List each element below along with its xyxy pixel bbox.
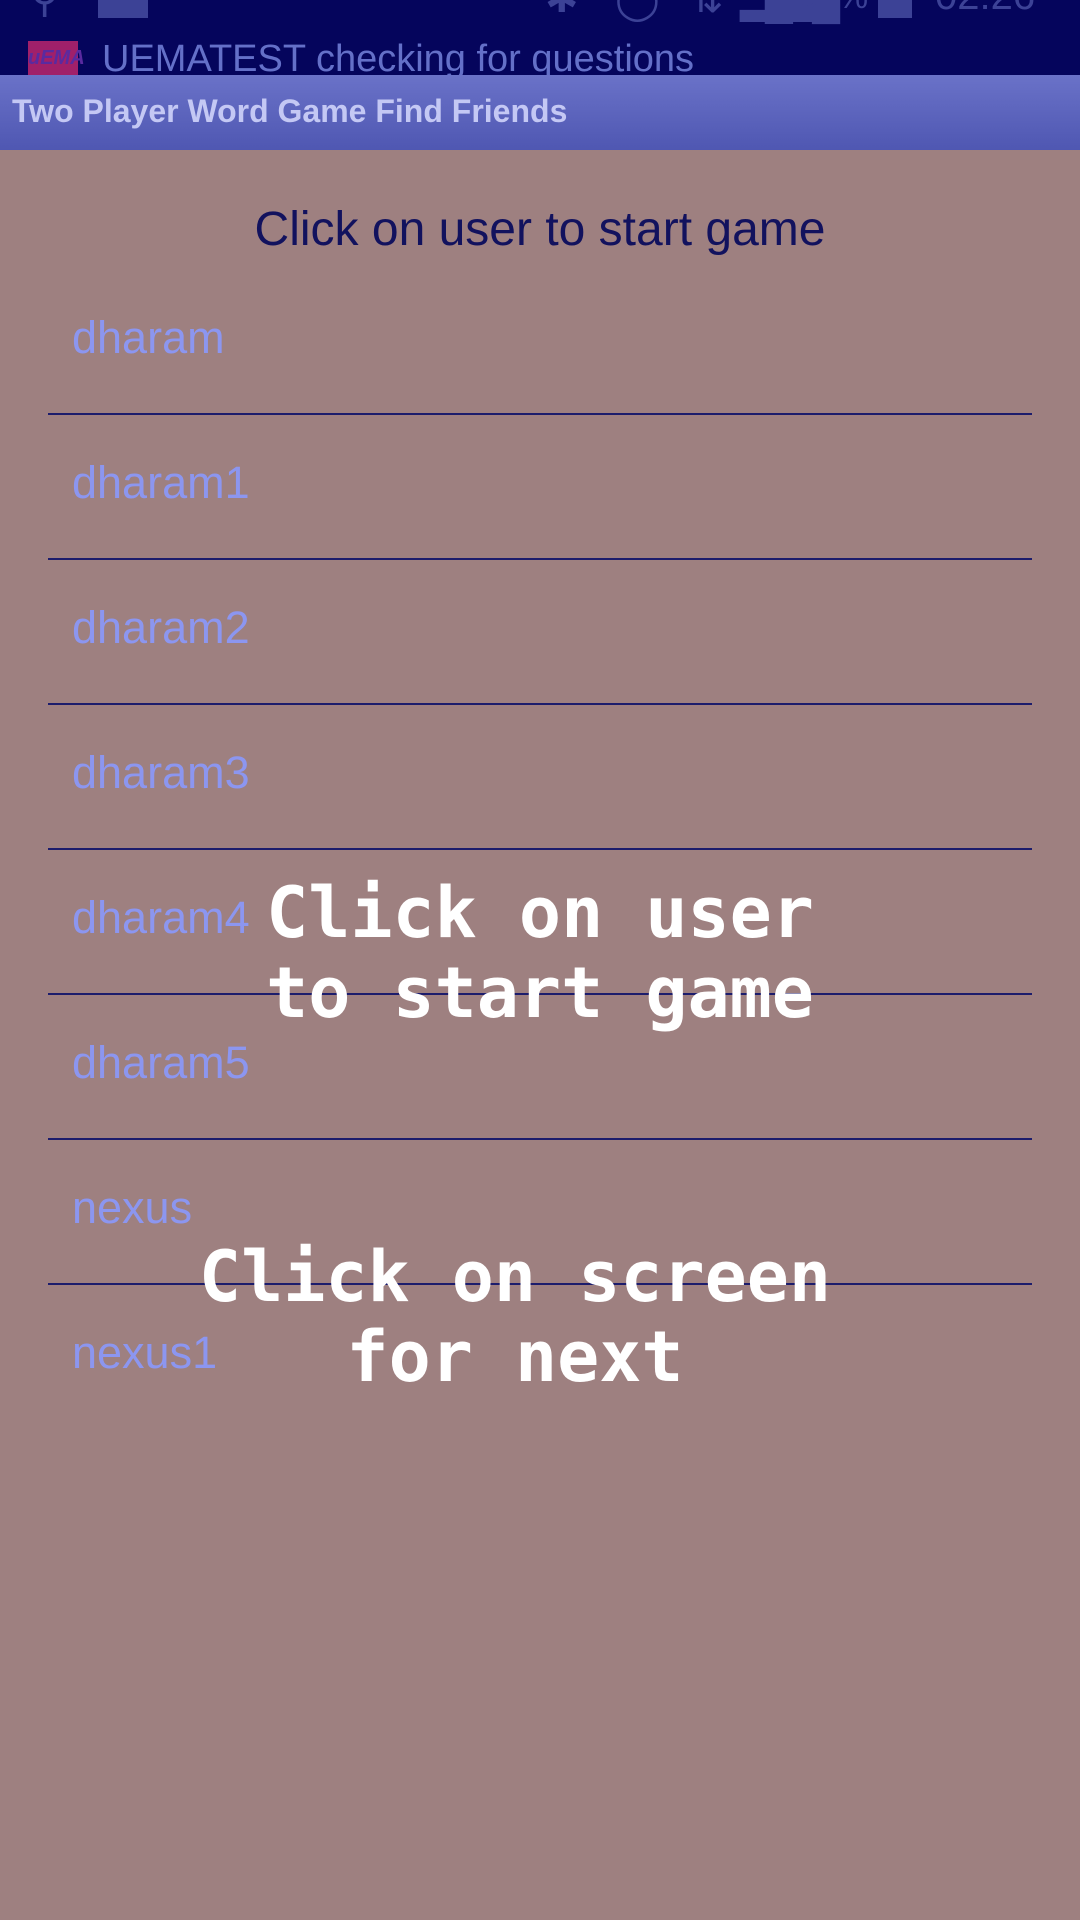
usb-icon: ⚲	[30, 0, 59, 22]
user-name: dharam2	[72, 602, 250, 653]
data-transfer-icon: ⇅	[690, 0, 724, 22]
app-title: Two Player Word Game Find Friends	[12, 93, 568, 129]
alarm-icon: ◯	[615, 0, 660, 22]
action-bar: Two Player Word Game Find Friends	[0, 75, 1080, 150]
tutorial-hint-user: Click on user to start game	[266, 872, 814, 1034]
gallery-icon	[98, 0, 148, 18]
user-name: dharam4	[72, 892, 250, 943]
list-item[interactable]: dharam2	[48, 560, 1032, 705]
status-bar: ⚲ ✱ ◯ ⇅ ▂▄▆█ 97% 02:26 uEMA UEMATEST che…	[0, 0, 1080, 75]
list-item[interactable]: dharam1	[48, 415, 1032, 560]
user-name: nexus	[72, 1182, 193, 1233]
list-item[interactable]: dharam	[48, 270, 1032, 415]
user-name: dharam3	[72, 747, 250, 798]
user-name: dharam1	[72, 457, 250, 508]
app-notification-icon: uEMA	[28, 41, 85, 75]
notification-text[interactable]: UEMATEST checking for questions	[102, 38, 694, 75]
tutorial-hint-next[interactable]: Click on screen for next	[170, 1237, 860, 1397]
battery-percent: 97%	[800, 0, 868, 17]
list-item[interactable]: dharam3	[48, 705, 1032, 850]
bluetooth-icon: ✱	[545, 0, 579, 22]
battery-icon	[878, 0, 912, 18]
user-name: dharam5	[72, 1037, 250, 1088]
status-time: 02:26	[935, 0, 1035, 19]
page-heading: Click on user to start game	[254, 203, 826, 256]
user-name: dharam	[72, 312, 225, 363]
